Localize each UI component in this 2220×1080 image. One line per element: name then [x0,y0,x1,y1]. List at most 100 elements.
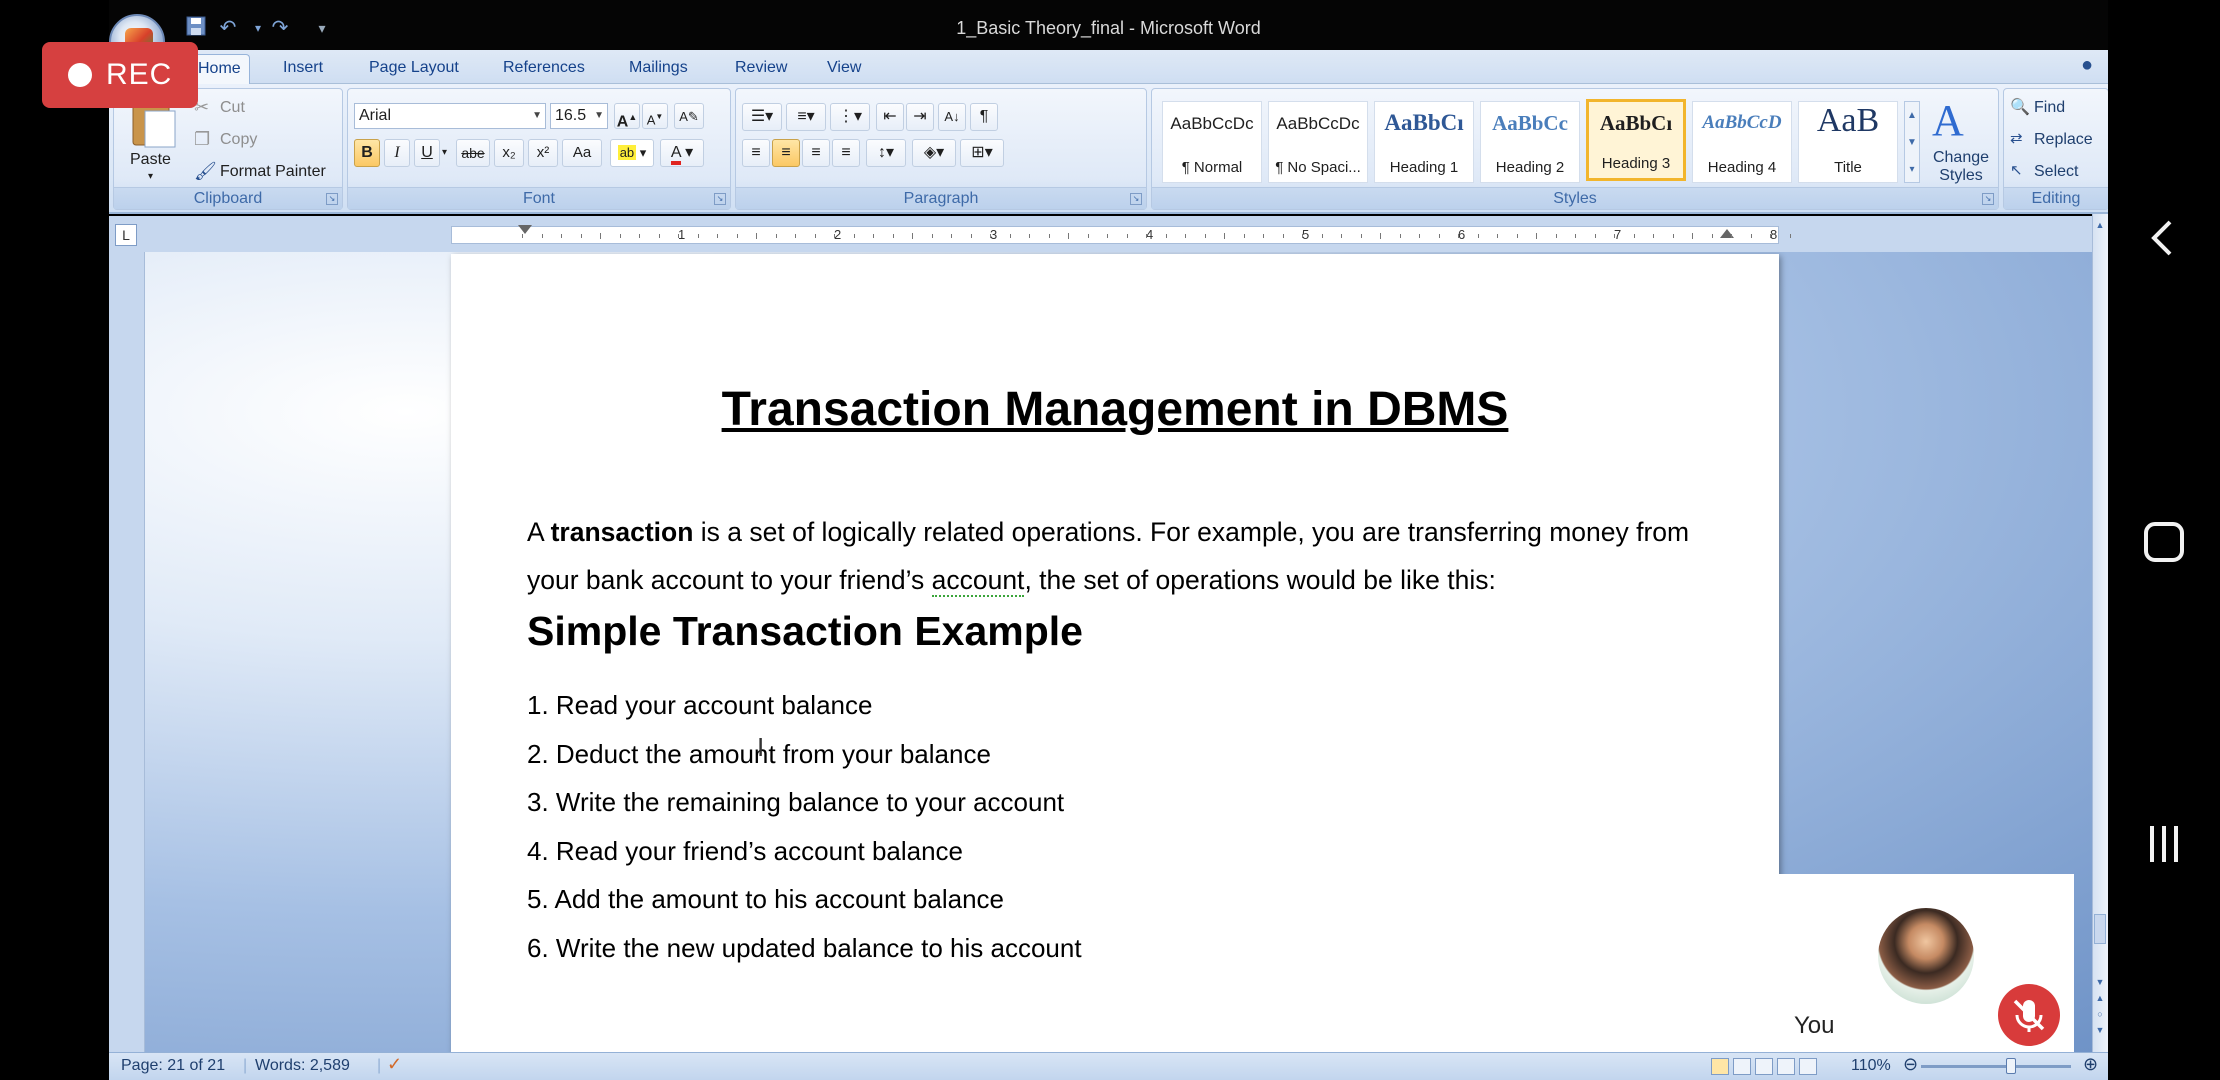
ribbon-tabs: Home Insert Page Layout References Maili… [109,50,2108,85]
ruler-number: 3 [990,227,998,242]
draft-view-icon[interactable] [1799,1058,1817,1075]
change-styles-icon[interactable]: A [1932,95,1964,146]
font-family-select[interactable]: Arial ▼ [354,103,546,129]
copy-button[interactable]: Copy [220,131,257,149]
shrink-font-icon[interactable]: A▼ [642,103,668,129]
sort-icon[interactable]: A↓ [938,103,966,131]
outline-view-icon[interactable] [1777,1058,1795,1075]
ruler-tick [1087,234,1089,238]
tab-home[interactable]: Home [189,54,250,85]
align-center-icon[interactable]: ≡ [772,139,800,167]
styles-gallery-scroll[interactable]: ▲ ▼ ▾ [1904,101,1920,183]
align-left-icon[interactable]: ≡ [742,139,770,167]
mic-muted-button[interactable] [1998,984,2060,1046]
style-no-spacing[interactable]: AaBbCcDc ¶ No Spaci... [1268,101,1368,183]
document-page[interactable]: Transaction Management in DBMS A transac… [451,254,1779,1052]
font-color-icon[interactable]: A ▾ [660,139,704,167]
tab-insert[interactable]: Insert [277,58,329,84]
zoom-slider[interactable] [1921,1058,2071,1074]
ruler-tick [561,234,562,238]
select-cursor-icon: ↖ [2010,162,2023,179]
line-spacing-icon[interactable]: ↕▾ [866,139,906,167]
ruler-tick [834,234,835,238]
align-right-icon[interactable]: ≡ [802,139,830,167]
change-styles-button[interactable]: Change Styles [1930,149,1992,185]
justify-icon[interactable]: ≡ [832,139,860,167]
full-screen-reading-icon[interactable] [1733,1058,1751,1075]
borders-icon[interactable]: ⊞▾ [960,139,1004,167]
font-launcher-icon[interactable]: ↘ [714,193,726,205]
title-bar: ↶ ▾ ↷ ▾ 1_Basic Theory_final - Microsoft… [109,0,2108,70]
italic-button[interactable]: I [384,139,410,167]
scroll-thumb[interactable] [2094,914,2106,944]
zoom-in-icon[interactable]: ⊕ [2083,1054,2098,1075]
recording-badge: REC [42,42,198,108]
superscript-button[interactable]: x² [528,139,558,167]
style-heading-4[interactable]: AaBbCcD Heading 4 [1692,101,1792,183]
increase-indent-icon[interactable]: ⇥ [906,103,934,131]
tab-stop-selector[interactable]: L [115,224,137,246]
clear-formatting-icon[interactable]: A✎ [674,103,704,129]
replace-icon: ⇄ [2010,130,2023,147]
help-icon[interactable]: ● [2081,54,2093,77]
recent-apps-icon[interactable] [2136,816,2192,872]
ruler-tick [1360,234,1362,238]
scroll-up-icon[interactable]: ▲ [2094,220,2106,234]
underline-button[interactable]: U [414,139,440,167]
indent-marker-icon[interactable] [518,225,532,234]
tab-review[interactable]: Review [729,58,793,84]
clipboard-launcher-icon[interactable]: ↘ [326,193,338,205]
highlight-icon[interactable]: ab ▾ [610,139,654,167]
zoom-slider-thumb[interactable] [2006,1058,2016,1074]
vertical-ruler[interactable] [109,252,145,1052]
word-count[interactable]: Words: 2,589 [255,1057,350,1075]
show-formatting-icon[interactable]: ¶ [970,103,998,131]
zoom-out-icon[interactable]: ⊖ [1903,1054,1918,1075]
style-normal[interactable]: AaBbCcDc ¶ Normal [1162,101,1262,183]
print-layout-view-icon[interactable] [1711,1058,1729,1075]
tab-page-layout[interactable]: Page Layout [363,58,465,84]
change-case-button[interactable]: Aa [562,139,602,167]
browse-object-icon[interactable]: ▼ ▲ ○ ▼ [2094,974,2106,1044]
spelling-flagged-word[interactable]: account [931,565,1025,597]
vertical-scrollbar[interactable]: ▲ ▼ ▲ ○ ▼ [2092,214,2108,1052]
back-icon[interactable] [2136,210,2192,266]
numbering-icon[interactable]: ≡▾ [786,103,826,131]
strikethrough-button[interactable]: abe [456,139,490,167]
subscript-button[interactable]: x₂ [494,139,524,167]
style-heading-2[interactable]: AaBbCc Heading 2 [1480,101,1580,183]
ruler-tick [1516,234,1518,238]
bold-button[interactable]: B [354,139,380,167]
proofing-icon[interactable]: ✓ [387,1054,402,1075]
style-sample: AaBbCı [1384,110,1464,135]
multilevel-list-icon[interactable]: ⋮▾ [830,103,870,131]
paragraph-launcher-icon[interactable]: ↘ [1130,193,1142,205]
style-title[interactable]: AaB Title [1798,101,1898,183]
page-indicator[interactable]: Page: 21 of 21 [121,1057,225,1075]
replace-button[interactable]: Replace [2034,131,2093,149]
paste-label[interactable]: Paste [130,151,171,169]
bullets-icon[interactable]: ☰▾ [742,103,782,131]
ruler-tick [639,234,640,238]
cut-button[interactable]: Cut [220,99,245,117]
video-call-tile[interactable]: You [1778,874,2074,1052]
tab-view[interactable]: View [821,58,867,84]
home-icon[interactable] [2136,514,2192,570]
web-layout-view-icon[interactable] [1755,1058,1773,1075]
decrease-indent-icon[interactable]: ⇤ [876,103,904,131]
zoom-level[interactable]: 110% [1851,1057,1891,1075]
shading-icon[interactable]: ◈▾ [912,139,956,167]
format-painter-button[interactable]: Format Painter [220,163,326,181]
select-button[interactable]: Select [2034,163,2078,181]
tab-references[interactable]: References [497,58,591,84]
paste-dropdown-icon[interactable]: ▾ [148,171,153,182]
find-button[interactable]: Find [2034,99,2065,117]
styles-launcher-icon[interactable]: ↘ [1982,193,1994,205]
tab-mailings[interactable]: Mailings [623,58,694,84]
chevron-down-icon[interactable]: ▾ [442,147,447,158]
style-heading-3[interactable]: AaBbCı Heading 3 [1586,99,1686,181]
horizontal-ruler[interactable]: 1 2 3 4 5 6 7 8 [451,225,1791,244]
grow-font-icon[interactable]: A▲ [614,103,640,130]
font-size-select[interactable]: 16.5 ▼ [550,103,608,129]
style-heading-1[interactable]: AaBbCı Heading 1 [1374,101,1474,183]
